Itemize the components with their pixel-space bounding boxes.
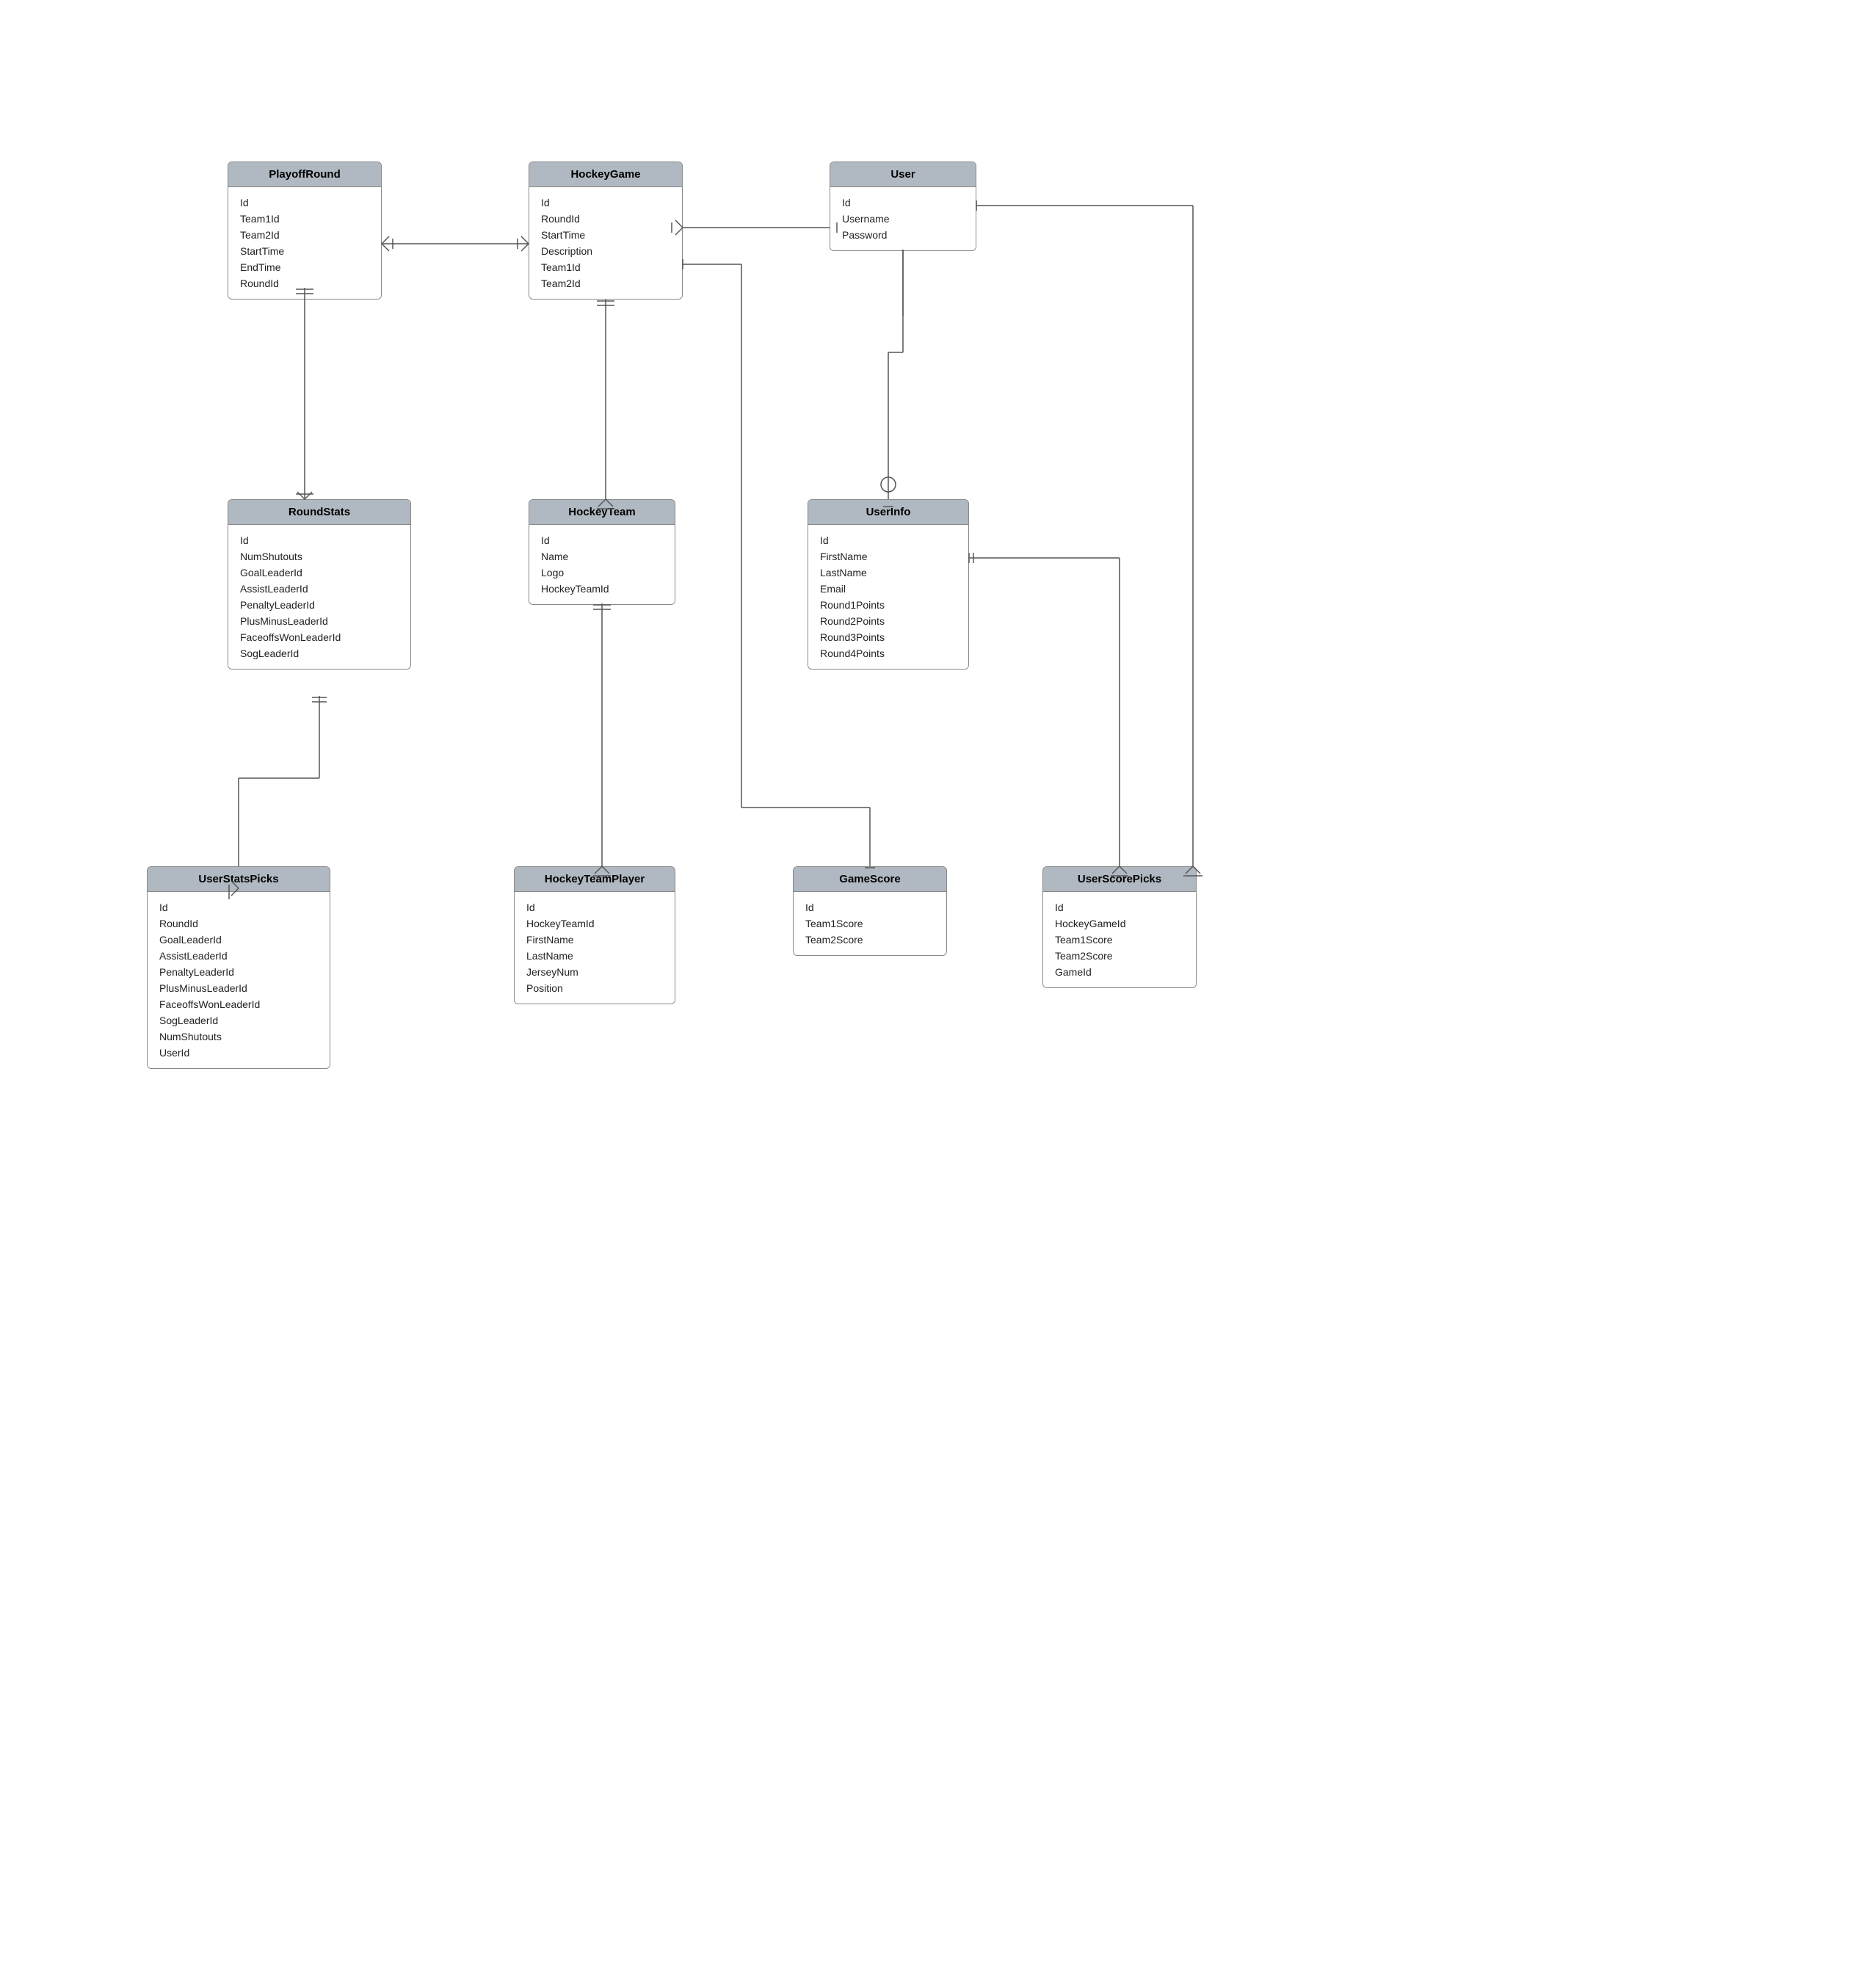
- field-playoffround-team2id: Team2Id: [240, 227, 369, 243]
- field-roundstats-numshutouts: NumShutouts: [240, 548, 399, 565]
- field-roundstats-penaltyleaderid: PenaltyLeaderId: [240, 597, 399, 613]
- entity-gamescore-fields: Id Team1Score Team2Score: [794, 892, 946, 955]
- field-hockeyteam-logo: Logo: [541, 565, 663, 581]
- field-hockeyteamplayer-lastname: LastName: [526, 948, 663, 964]
- field-hockeygame-team1id: Team1Id: [541, 259, 670, 275]
- field-userstatspicks-faceoffswonleaderid: FaceoffsWonLeaderId: [159, 996, 318, 1012]
- field-roundstats-plusminusleaderid: PlusMinusLeaderId: [240, 613, 399, 629]
- field-userinfo-lastname: LastName: [820, 565, 957, 581]
- field-userstatspicks-penaltyleaderid: PenaltyLeaderId: [159, 964, 318, 980]
- entity-user-fields: Id Username Password: [830, 187, 976, 250]
- field-userstatspicks-numshutouts: NumShutouts: [159, 1029, 318, 1045]
- entity-userscorepicks-fields: Id HockeyGameId Team1Score Team2Score Ga…: [1043, 892, 1196, 987]
- field-userscorepicks-gameid: GameId: [1055, 964, 1184, 980]
- entity-playoffround-fields: Id Team1Id Team2Id StartTime EndTime Rou…: [228, 187, 381, 299]
- field-hockeygame-team2id: Team2Id: [541, 275, 670, 291]
- field-userscorepicks-id: Id: [1055, 899, 1184, 915]
- field-user-username: Username: [842, 211, 964, 227]
- entity-playoffround-header: PlayoffRound: [228, 162, 381, 187]
- field-playoffround-id: Id: [240, 195, 369, 211]
- entity-userstatspicks-fields: Id RoundId GoalLeaderId AssistLeaderId P…: [148, 892, 330, 1068]
- field-hockeyteamplayer-jerseynum: JerseyNum: [526, 964, 663, 980]
- field-userstatspicks-roundid: RoundId: [159, 915, 318, 932]
- entity-userinfo-header: UserInfo: [808, 500, 968, 525]
- entity-roundstats-header: RoundStats: [228, 500, 410, 525]
- entity-hockeyteamplayer: HockeyTeamPlayer Id HockeyTeamId FirstNa…: [514, 866, 675, 1004]
- entity-hockeyteamplayer-fields: Id HockeyTeamId FirstName LastName Jerse…: [515, 892, 675, 1004]
- field-hockeygame-id: Id: [541, 195, 670, 211]
- entity-hockeygame-fields: Id RoundId StartTime Description Team1Id…: [529, 187, 682, 299]
- field-userstatspicks-userid: UserId: [159, 1045, 318, 1061]
- field-roundstats-faceoffswonleaderid: FaceoffsWonLeaderId: [240, 629, 399, 645]
- field-roundstats-sogleaderid: SogLeaderId: [240, 645, 399, 661]
- field-userinfo-round1points: Round1Points: [820, 597, 957, 613]
- field-roundstats-assistleaderid: AssistLeaderId: [240, 581, 399, 597]
- entity-userstatspicks: UserStatsPicks Id RoundId GoalLeaderId A…: [147, 866, 330, 1069]
- field-user-password: Password: [842, 227, 964, 243]
- field-gamescore-id: Id: [805, 899, 935, 915]
- entity-userscorepicks-header: UserScorePicks: [1043, 867, 1196, 892]
- field-userscorepicks-hockeygameid: HockeyGameId: [1055, 915, 1184, 932]
- field-hockeygame-description: Description: [541, 243, 670, 259]
- field-hockeygame-starttime: StartTime: [541, 227, 670, 243]
- entity-hockeyteam: HockeyTeam Id Name Logo HockeyTeamId: [529, 499, 675, 605]
- field-hockeyteamplayer-id: Id: [526, 899, 663, 915]
- field-gamescore-team2score: Team2Score: [805, 932, 935, 948]
- entity-hockeygame-header: HockeyGame: [529, 162, 682, 187]
- field-playoffround-endtime: EndTime: [240, 259, 369, 275]
- field-hockeyteam-name: Name: [541, 548, 663, 565]
- entity-hockeyteam-fields: Id Name Logo HockeyTeamId: [529, 525, 675, 604]
- field-userstatspicks-assistleaderid: AssistLeaderId: [159, 948, 318, 964]
- entity-playoffround: PlayoffRound Id Team1Id Team2Id StartTim…: [228, 162, 382, 300]
- entity-hockeyteam-header: HockeyTeam: [529, 500, 675, 525]
- field-userstatspicks-plusminusleaderid: PlusMinusLeaderId: [159, 980, 318, 996]
- entity-gamescore: GameScore Id Team1Score Team2Score: [793, 866, 947, 956]
- entity-roundstats: RoundStats Id NumShutouts GoalLeaderId A…: [228, 499, 411, 670]
- entity-hockeyteamplayer-header: HockeyTeamPlayer: [515, 867, 675, 892]
- entity-roundstats-fields: Id NumShutouts GoalLeaderId AssistLeader…: [228, 525, 410, 669]
- field-gamescore-team1score: Team1Score: [805, 915, 935, 932]
- field-roundstats-goalleaderid: GoalLeaderId: [240, 565, 399, 581]
- field-playoffround-roundid: RoundId: [240, 275, 369, 291]
- field-userinfo-round2points: Round2Points: [820, 613, 957, 629]
- field-hockeyteam-id: Id: [541, 532, 663, 548]
- entity-gamescore-header: GameScore: [794, 867, 946, 892]
- field-userscorepicks-team1score: Team1Score: [1055, 932, 1184, 948]
- field-userinfo-email: Email: [820, 581, 957, 597]
- field-hockeyteam-hockeyteamid: HockeyTeamId: [541, 581, 663, 597]
- field-userstatspicks-id: Id: [159, 899, 318, 915]
- erd-diagram: PlayoffRound Id Team1Id Team2Id StartTim…: [0, 0, 1872, 1988]
- entity-userstatspicks-header: UserStatsPicks: [148, 867, 330, 892]
- entity-user: User Id Username Password: [830, 162, 976, 251]
- field-hockeyteamplayer-hockeyteamid: HockeyTeamId: [526, 915, 663, 932]
- field-playoffround-starttime: StartTime: [240, 243, 369, 259]
- field-userinfo-firstname: FirstName: [820, 548, 957, 565]
- field-playoffround-team1id: Team1Id: [240, 211, 369, 227]
- field-roundstats-id: Id: [240, 532, 399, 548]
- entity-hockeygame: HockeyGame Id RoundId StartTime Descript…: [529, 162, 683, 300]
- field-userscorepicks-team2score: Team2Score: [1055, 948, 1184, 964]
- field-userinfo-id: Id: [820, 532, 957, 548]
- field-hockeygame-roundid: RoundId: [541, 211, 670, 227]
- field-hockeyteamplayer-firstname: FirstName: [526, 932, 663, 948]
- field-userinfo-round4points: Round4Points: [820, 645, 957, 661]
- entity-userscorepicks: UserScorePicks Id HockeyGameId Team1Scor…: [1042, 866, 1197, 988]
- field-user-id: Id: [842, 195, 964, 211]
- entity-user-header: User: [830, 162, 976, 187]
- field-userstatspicks-sogleaderid: SogLeaderId: [159, 1012, 318, 1029]
- entity-userinfo: UserInfo Id FirstName LastName Email Rou…: [808, 499, 969, 670]
- field-hockeyteamplayer-position: Position: [526, 980, 663, 996]
- field-userstatspicks-goalleaderid: GoalLeaderId: [159, 932, 318, 948]
- entity-userinfo-fields: Id FirstName LastName Email Round1Points…: [808, 525, 968, 669]
- field-userinfo-round3points: Round3Points: [820, 629, 957, 645]
